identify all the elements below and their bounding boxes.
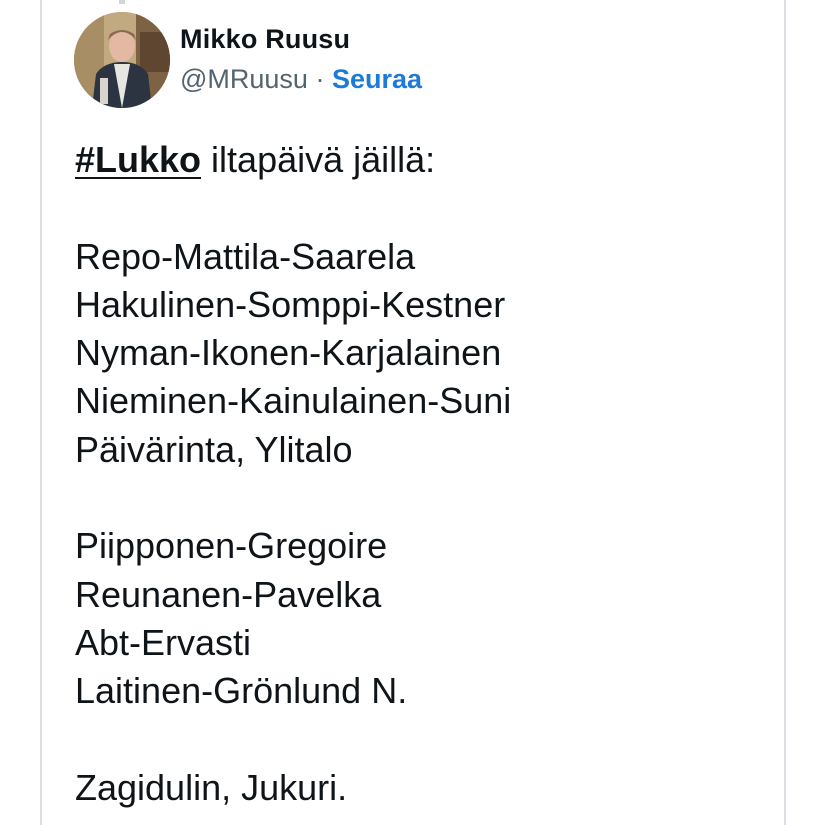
tweet-line: Reunanen-Pavelka (75, 573, 382, 615)
author-display-name[interactable]: Mikko Ruusu (180, 24, 350, 55)
author-meta-row: @MRuusu · Seuraa (180, 64, 422, 95)
tweet-line: Repo-Mattila-Saarela (75, 235, 416, 277)
tweet-line: Nieminen-Kainulainen-Suni (75, 380, 512, 422)
tweet-line (75, 716, 775, 764)
separator-text: · (315, 64, 325, 94)
separator-dot: · (315, 64, 332, 94)
tweet-line: Laitinen-Grönlund N. (75, 670, 408, 712)
author-handle[interactable]: @MRuusu (180, 64, 308, 94)
follow-button[interactable]: Seuraa (332, 64, 422, 94)
tweet-line: Piipponen-Gregoire (75, 525, 388, 567)
tweet-intro-line: #Lukko iltapäivä jäillä: (75, 136, 775, 184)
tweet-line: Abt-Ervasti (75, 621, 252, 663)
tweet-line: Hakulinen-Somppi-Kestner (75, 283, 506, 325)
tweet-line (75, 474, 775, 522)
thread-connector (119, 0, 125, 4)
tweet-line: Nyman-Ikonen-Karjalainen (75, 332, 502, 374)
tweet-line: Zagidulin, Jukuri. (75, 766, 348, 808)
intro-text: iltapäivä jäillä: (201, 139, 436, 180)
avatar-photo-icon (74, 12, 170, 108)
hashtag-link[interactable]: #Lukko (75, 139, 201, 180)
tweet-text: #Lukko iltapäivä jäillä: Repo-Mattila-Sa… (75, 136, 775, 812)
tweet-page: Mikko Ruusu @MRuusu · Seuraa #Lukko ilta… (0, 0, 828, 825)
tweet-line: Päivärinta, Ylitalo (75, 428, 353, 470)
tweet-line (75, 184, 775, 232)
avatar[interactable] (74, 12, 170, 108)
